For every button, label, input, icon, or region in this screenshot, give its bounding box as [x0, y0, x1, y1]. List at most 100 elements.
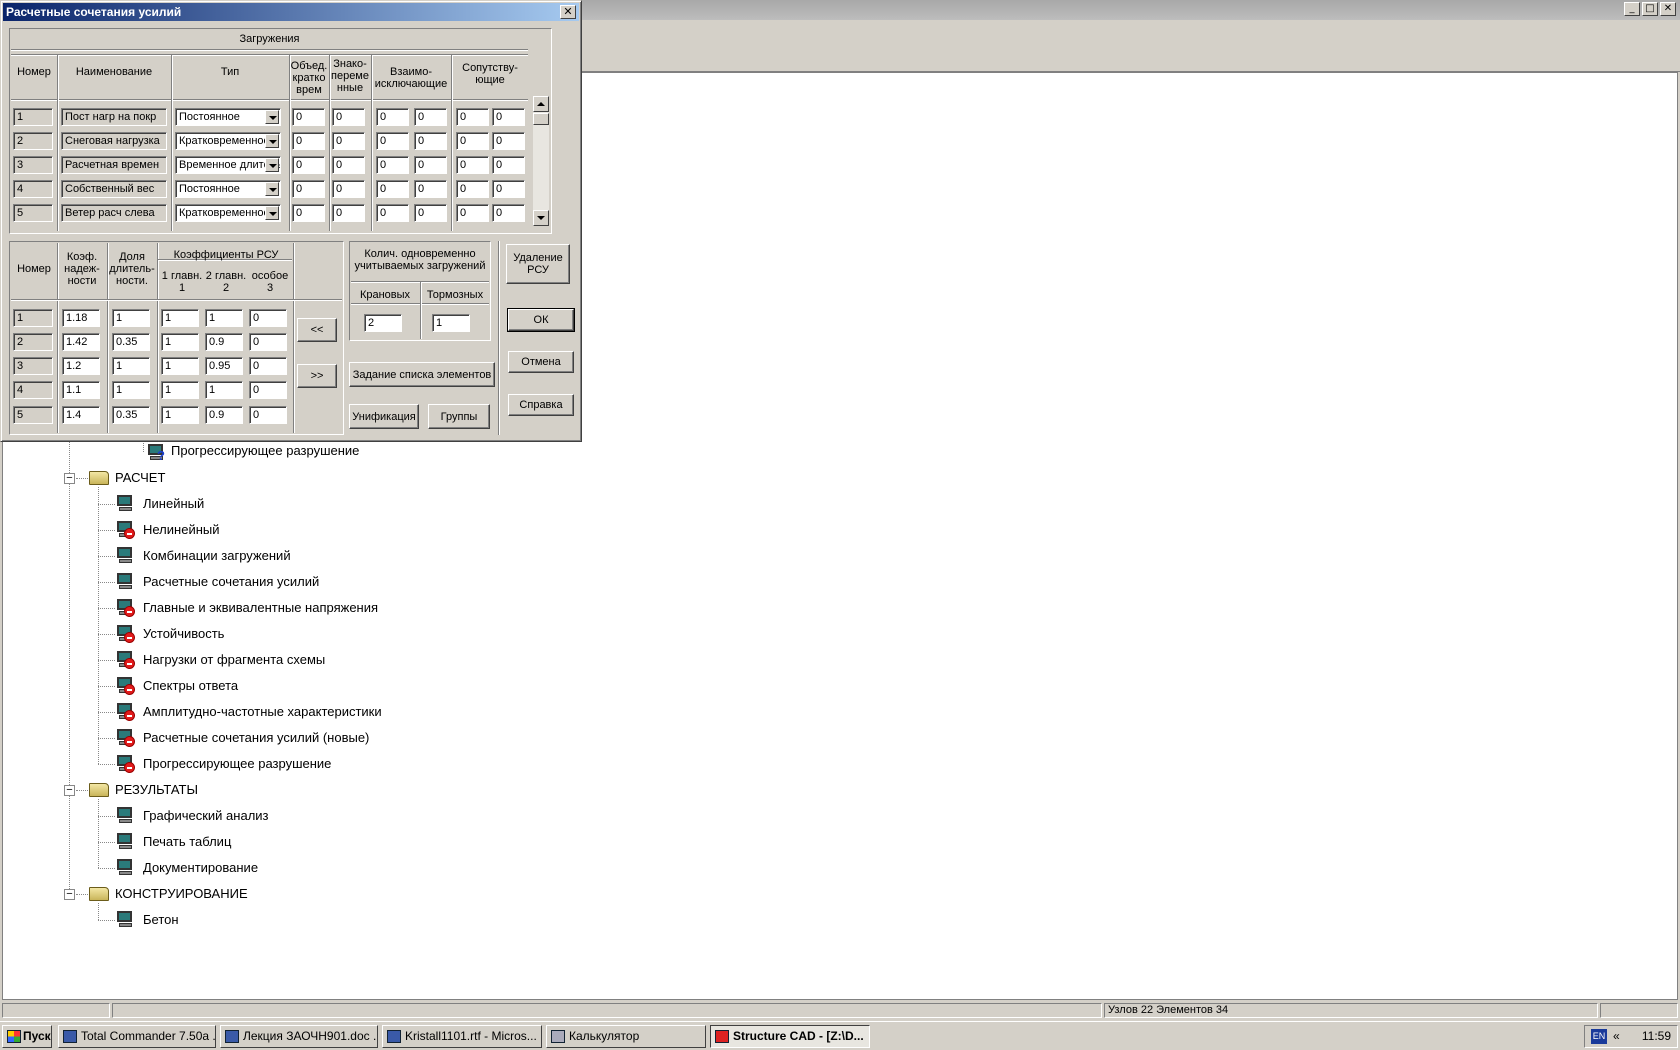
rsu-main2-input[interactable]: 1 [205, 381, 243, 399]
ok-button[interactable]: ОК [507, 308, 575, 332]
next-page-button[interactable]: >> [297, 364, 337, 388]
load-flag-input[interactable]: 0 [456, 108, 489, 126]
load-flag-input[interactable]: 0 [376, 132, 409, 150]
brake-input[interactable]: 1 [432, 314, 470, 332]
dropdown-arrow-icon[interactable] [265, 206, 279, 220]
load-name-cell[interactable]: Снеговая нагрузка [61, 132, 167, 150]
element-list-button[interactable]: Задание списка элементов [349, 362, 495, 387]
rsu-main2-input[interactable]: 0.95 [205, 357, 243, 375]
help-button[interactable]: Справка [508, 394, 574, 416]
task-calculator[interactable]: Калькулятор [546, 1025, 706, 1048]
rsu-special-input[interactable]: 0 [249, 333, 287, 351]
load-flag-input[interactable]: 0 [376, 204, 409, 222]
tree-item[interactable]: Устойчивость [143, 622, 224, 646]
dialog-close-button[interactable]: ✕ [560, 5, 576, 19]
rsu-main1-input[interactable]: 1 [161, 333, 199, 351]
load-flag-input[interactable]: 0 [332, 132, 365, 150]
dropdown-arrow-icon[interactable] [265, 158, 279, 172]
duration-input[interactable]: 0.35 [112, 406, 150, 424]
load-flag-input[interactable]: 0 [492, 108, 525, 126]
tree-collapse-icon[interactable]: − [64, 785, 75, 796]
load-flag-input[interactable]: 0 [292, 180, 325, 198]
rsu-special-input[interactable]: 0 [249, 309, 287, 327]
crane-input[interactable]: 2 [364, 314, 402, 332]
load-flag-input[interactable]: 0 [414, 156, 447, 174]
rsu-main1-input[interactable]: 1 [161, 381, 199, 399]
tree-item[interactable]: Документирование [143, 856, 258, 880]
load-flag-input[interactable]: 0 [376, 156, 409, 174]
groups-button[interactable]: Группы [428, 404, 490, 429]
tree-item[interactable]: Спектры ответа [143, 674, 238, 698]
language-indicator[interactable]: EN [1591, 1029, 1607, 1044]
rsu-special-input[interactable]: 0 [249, 357, 287, 375]
load-name-cell[interactable]: Пост нагр на покр [61, 108, 167, 126]
load-flag-input[interactable]: 0 [492, 132, 525, 150]
load-flag-input[interactable]: 0 [456, 180, 489, 198]
load-flag-input[interactable]: 0 [332, 180, 365, 198]
load-name-cell[interactable]: Расчетная времен [61, 156, 167, 174]
duration-input[interactable]: 1 [112, 309, 150, 327]
tree-item[interactable]: Нелинейный [143, 518, 220, 542]
tree-item[interactable]: Расчетные сочетания усилий [143, 570, 319, 594]
load-flag-input[interactable]: 0 [414, 132, 447, 150]
load-flag-input[interactable]: 0 [292, 204, 325, 222]
tree-item[interactable]: Бетон [143, 908, 179, 932]
load-name-cell[interactable]: Ветер расч слева [61, 204, 167, 222]
load-type-select[interactable]: Временное длительное [175, 156, 281, 174]
load-flag-input[interactable]: 0 [376, 108, 409, 126]
tree-section-2[interactable]: КОНСТРУИРОВАНИЕ [115, 882, 248, 906]
tree-collapse-icon[interactable]: − [64, 473, 75, 484]
scroll-thumb[interactable] [533, 113, 549, 125]
task-structure-cad[interactable]: Structure CAD - [Z:\D... [710, 1025, 870, 1048]
cancel-button[interactable]: Отмена [508, 351, 574, 373]
minimize-button[interactable]: _ [1624, 2, 1640, 16]
scroll-down-arrow-icon[interactable] [533, 210, 549, 226]
prev-page-button[interactable]: << [297, 318, 337, 342]
reliability-input[interactable]: 1.1 [62, 381, 100, 399]
load-flag-input[interactable]: 0 [414, 204, 447, 222]
reliability-input[interactable]: 1.4 [62, 406, 100, 424]
tree-item[interactable]: Прогрессирующее разрушение [143, 752, 331, 776]
reliability-input[interactable]: 1.2 [62, 357, 100, 375]
loads-scrollbar[interactable] [533, 96, 549, 226]
tray-expand-icon[interactable]: « [1613, 1026, 1620, 1047]
load-flag-input[interactable]: 0 [492, 180, 525, 198]
tree-item[interactable]: Главные и эквивалентные напряжения [143, 596, 378, 620]
dropdown-arrow-icon[interactable] [265, 110, 279, 124]
tree-item[interactable]: Амплитудно-частотные характеристики [143, 700, 382, 724]
load-type-select[interactable]: Кратковременное [175, 132, 281, 150]
rsu-main2-input[interactable]: 1 [205, 309, 243, 327]
rsu-main2-input[interactable]: 0.9 [205, 406, 243, 424]
dropdown-arrow-icon[interactable] [265, 134, 279, 148]
maximize-button[interactable]: □ [1642, 2, 1658, 16]
load-flag-input[interactable]: 0 [456, 204, 489, 222]
load-name-cell[interactable]: Собственный вес [61, 180, 167, 198]
rsu-main1-input[interactable]: 1 [161, 357, 199, 375]
rsu-main2-input[interactable]: 0.9 [205, 333, 243, 351]
start-button[interactable]: Пуск [2, 1025, 52, 1048]
load-flag-input[interactable]: 0 [414, 108, 447, 126]
load-flag-input[interactable]: 0 [492, 156, 525, 174]
load-flag-input[interactable]: 0 [492, 204, 525, 222]
task-word-kristall[interactable]: Kristall1101.rtf - Micros... [382, 1025, 542, 1048]
scroll-up-arrow-icon[interactable] [533, 96, 549, 112]
load-type-select[interactable]: Постоянное [175, 180, 281, 198]
duration-input[interactable]: 1 [112, 381, 150, 399]
load-flag-input[interactable]: 0 [332, 204, 365, 222]
tree-item[interactable]: Комбинации загружений [143, 544, 291, 568]
load-flag-input[interactable]: 0 [414, 180, 447, 198]
tree-item[interactable]: Расчетные сочетания усилий (новые) [143, 726, 369, 750]
delete-rsu-button[interactable]: Удаление РСУ [506, 244, 570, 284]
dropdown-arrow-icon[interactable] [265, 182, 279, 196]
unify-button[interactable]: Унификация [349, 404, 419, 429]
load-type-select[interactable]: Постоянное [175, 108, 281, 126]
task-word-lecture[interactable]: Лекция ЗАОЧН901.doc ... [220, 1025, 378, 1048]
duration-input[interactable]: 0.35 [112, 333, 150, 351]
load-flag-input[interactable]: 0 [376, 180, 409, 198]
tree-item[interactable]: Линейный [143, 492, 204, 516]
reliability-input[interactable]: 1.18 [62, 309, 100, 327]
load-flag-input[interactable]: 0 [332, 108, 365, 126]
tree-collapse-icon[interactable]: − [64, 889, 75, 900]
reliability-input[interactable]: 1.42 [62, 333, 100, 351]
rsu-special-input[interactable]: 0 [249, 381, 287, 399]
